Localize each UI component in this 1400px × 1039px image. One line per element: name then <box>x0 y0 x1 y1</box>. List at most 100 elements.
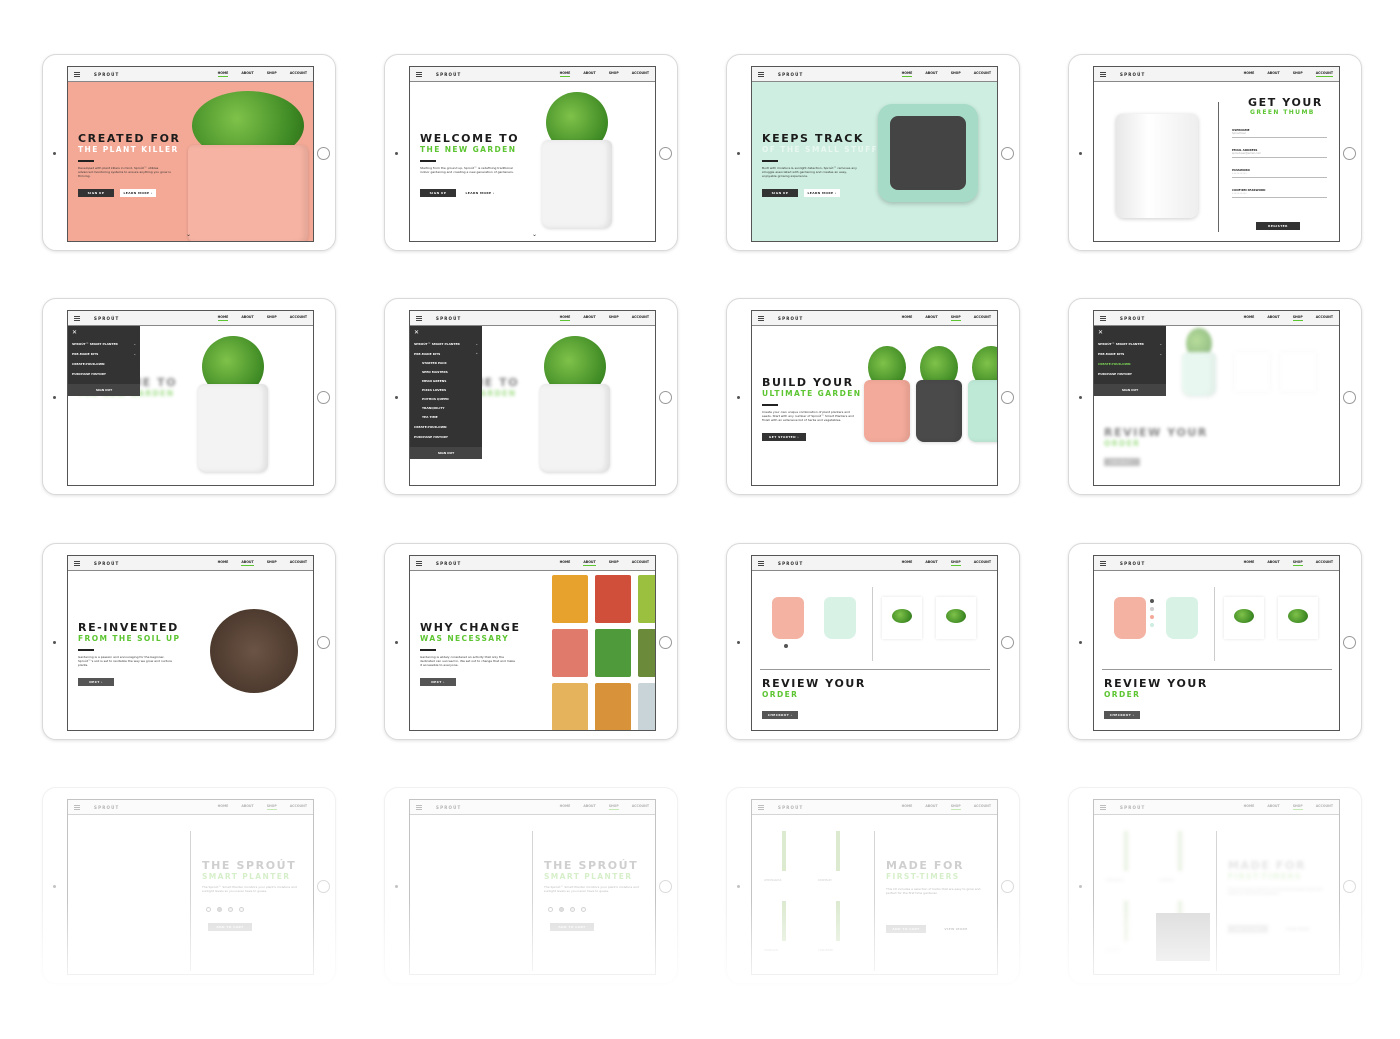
hamburger-menu-icon[interactable] <box>1100 804 1106 810</box>
hamburger-menu-icon[interactable] <box>74 560 80 566</box>
brand-logo[interactable]: SPROÚT <box>1120 805 1145 810</box>
nav-home[interactable]: HOME <box>1244 560 1255 566</box>
hamburger-menu-icon[interactable] <box>758 71 764 77</box>
herb-card[interactable] <box>762 823 808 875</box>
nav-account[interactable]: ACCOUNT <box>290 560 307 566</box>
nav-home[interactable]: HOME <box>902 804 913 810</box>
nav-account[interactable]: ACCOUNT <box>290 804 307 810</box>
menu-item[interactable]: PRE-MADE KITS ⌄ <box>1098 352 1162 356</box>
hamburger-menu-icon[interactable] <box>758 315 764 321</box>
primary-button[interactable]: CHECKOUT › <box>1104 711 1140 719</box>
field-input[interactable]: •••••••••• <box>1232 192 1327 198</box>
nav-about[interactable]: ABOUT <box>1267 71 1279 77</box>
form-field[interactable]: PASSWORD •••••••••• <box>1232 168 1327 178</box>
field-input[interactable]: SproutUser <box>1232 132 1327 138</box>
hamburger-menu-icon[interactable] <box>74 315 80 321</box>
nav-home[interactable]: HOME <box>560 804 571 810</box>
nav-home[interactable]: HOME <box>1244 71 1255 77</box>
brand-logo[interactable]: SPROÚT <box>94 805 119 810</box>
brand-logo[interactable]: SPROÚT <box>1120 316 1145 321</box>
hamburger-menu-icon[interactable] <box>1100 71 1106 77</box>
nav-account[interactable]: ACCOUNT <box>1315 71 1333 77</box>
nav-shop[interactable]: SHOP <box>1292 804 1303 810</box>
primary-button[interactable]: CHECKOUT › <box>762 711 798 719</box>
nav-about[interactable]: ABOUT <box>583 71 595 77</box>
nav-account[interactable]: ACCOUNT <box>1316 804 1333 810</box>
menu-item[interactable]: SPROÚT™ SMART PLANTER ⌄ <box>72 342 136 346</box>
chevron-down-icon[interactable]: ⌄ <box>186 231 191 238</box>
nav-about[interactable]: ABOUT <box>241 71 253 77</box>
menu-item[interactable]: TEA TIME <box>422 415 478 419</box>
menu-item[interactable]: PURCHASE HISTORY <box>72 372 136 376</box>
primary-button[interactable]: SIGN UP <box>78 189 114 197</box>
brand-logo[interactable]: SPROÚT <box>778 316 803 321</box>
nav-account[interactable]: ACCOUNT <box>632 560 649 566</box>
primary-button[interactable]: GET STARTED › <box>762 433 806 441</box>
primary-button[interactable]: SIGN UP <box>420 189 456 197</box>
nav-about[interactable]: ABOUT <box>241 804 253 810</box>
menu-item[interactable]: STARTER PACK <box>422 361 478 365</box>
nav-shop[interactable]: SHOP <box>609 71 619 77</box>
form-field[interactable]: CONFIRM PASSWORD •••••••••• <box>1232 188 1327 198</box>
menu-item[interactable]: CREATE-YOUR-OWN <box>72 362 136 366</box>
nav-about[interactable]: ABOUT <box>1267 315 1279 321</box>
nav-home[interactable]: HOME <box>218 560 229 566</box>
nav-account[interactable]: ACCOUNT <box>290 315 307 321</box>
menu-item[interactable]: POTHOS QUEEN <box>422 397 478 401</box>
menu-item[interactable]: CREATE-YOUR-OWN <box>1098 362 1162 366</box>
nav-about[interactable]: ABOUT <box>1267 804 1279 810</box>
nav-shop[interactable]: SHOP <box>950 315 961 321</box>
nav-shop[interactable]: SHOP <box>1293 71 1303 77</box>
hamburger-menu-icon[interactable] <box>758 560 764 566</box>
nav-home[interactable]: HOME <box>217 315 229 321</box>
brand-logo[interactable]: SPROÚT <box>436 805 461 810</box>
nav-account[interactable]: ACCOUNT <box>1316 315 1333 321</box>
field-input[interactable]: sproutuser@email.com <box>1232 152 1327 158</box>
primary-button[interactable]: NEXT › <box>78 678 114 686</box>
nav-about[interactable]: ABOUT <box>241 560 254 566</box>
close-icon[interactable]: ✕ <box>1098 330 1162 336</box>
nav-home[interactable]: HOME <box>559 315 571 321</box>
nav-home[interactable]: HOME <box>559 71 571 77</box>
plant-card[interactable] <box>936 597 976 639</box>
sign-out-button[interactable]: SIGN OUT <box>410 447 482 459</box>
brand-logo[interactable]: SPROÚT <box>94 72 119 77</box>
menu-item[interactable]: CREATE-YOUR-OWN <box>414 425 478 429</box>
brand-logo[interactable]: SPROÚT <box>94 316 119 321</box>
hamburger-menu-icon[interactable] <box>74 71 80 77</box>
nav-about[interactable]: ABOUT <box>583 315 595 321</box>
nav-account[interactable]: ACCOUNT <box>974 804 991 810</box>
nav-home[interactable]: HOME <box>1244 315 1255 321</box>
nav-about[interactable]: ABOUT <box>241 315 253 321</box>
nav-about[interactable]: ABOUT <box>925 315 937 321</box>
nav-shop[interactable]: SHOP <box>267 315 277 321</box>
nav-shop[interactable]: SHOP <box>267 560 277 566</box>
menu-item[interactable]: SPROÚT™ SMART PLANTER ⌄ <box>414 342 478 346</box>
nav-about[interactable]: ABOUT <box>1267 560 1279 566</box>
nav-shop[interactable]: SHOP <box>950 560 961 566</box>
nav-shop[interactable]: SHOP <box>267 71 277 77</box>
hamburger-menu-icon[interactable] <box>758 804 764 810</box>
nav-account[interactable]: ACCOUNT <box>1316 560 1333 566</box>
herb-card[interactable] <box>1104 823 1150 875</box>
hamburger-menu-icon[interactable] <box>416 560 422 566</box>
form-field[interactable]: EMAIL ADDRESS sproutuser@email.com <box>1232 148 1327 158</box>
plant-card[interactable] <box>882 597 922 639</box>
nav-shop[interactable]: SHOP <box>266 804 277 810</box>
menu-item[interactable]: MEAN GREENS <box>422 379 478 383</box>
secondary-button[interactable]: LEARN MORE › <box>804 189 840 197</box>
brand-logo[interactable]: SPROÚT <box>436 72 461 77</box>
nav-shop[interactable]: SHOP <box>951 71 961 77</box>
secondary-button[interactable]: LEARN MORE › <box>462 189 498 197</box>
nav-home[interactable]: HOME <box>902 560 913 566</box>
color-swatches[interactable] <box>1150 599 1155 631</box>
nav-about[interactable]: ABOUT <box>583 804 595 810</box>
sign-out-button[interactable]: SIGN OUT <box>68 384 140 396</box>
menu-item[interactable]: PURCHASE HISTORY <box>1098 372 1162 376</box>
nav-home[interactable]: HOME <box>560 560 571 566</box>
close-icon[interactable]: ✕ <box>414 330 478 336</box>
hamburger-menu-icon[interactable] <box>1100 560 1106 566</box>
plant-card[interactable] <box>1224 597 1264 639</box>
nav-account[interactable]: ACCOUNT <box>632 71 649 77</box>
herb-card[interactable] <box>1158 823 1204 875</box>
